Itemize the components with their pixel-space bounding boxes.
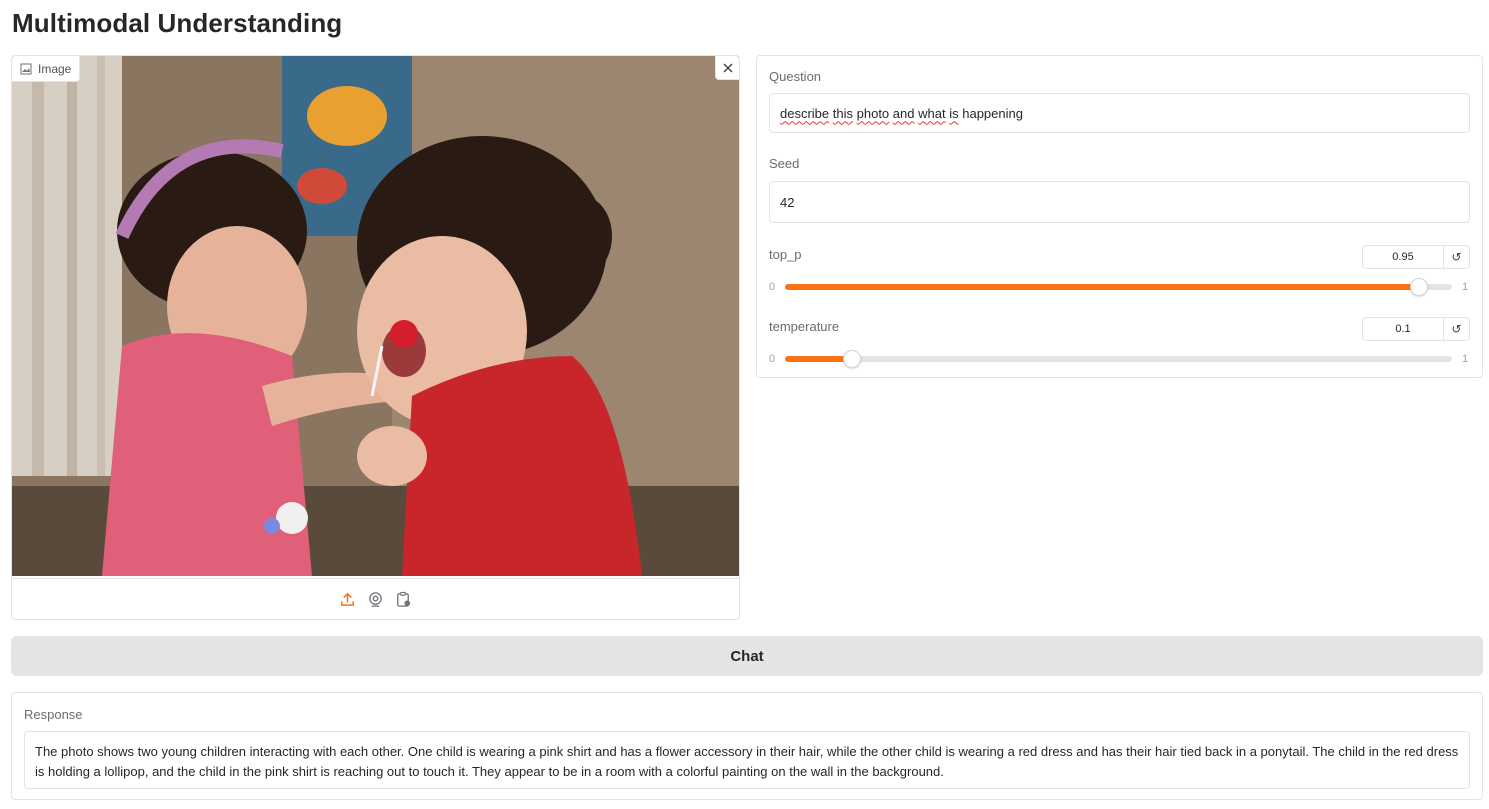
image-label-badge: Image xyxy=(12,56,81,82)
question-word: happening xyxy=(962,105,1023,121)
question-word: what xyxy=(918,105,946,121)
top-p-slider[interactable] xyxy=(785,278,1452,296)
temperature-slider-thumb[interactable] xyxy=(842,350,861,368)
question-word: and xyxy=(892,105,915,121)
seed-label: Seed xyxy=(769,156,800,171)
upload-source-button[interactable] xyxy=(339,591,357,609)
seed-input[interactable]: 42 xyxy=(769,181,1470,223)
clear-image-button[interactable] xyxy=(715,56,739,80)
image-source-bar xyxy=(12,578,739,619)
question-input[interactable]: describe this photo and what is happenin… xyxy=(769,93,1470,133)
image-icon xyxy=(20,63,32,75)
question-word: photo xyxy=(856,105,890,121)
image-label: Image xyxy=(38,61,72,76)
close-icon xyxy=(723,63,732,72)
response-label: Response xyxy=(24,707,83,722)
question-word: describe xyxy=(780,105,830,121)
top-p-min: 0 xyxy=(769,281,776,293)
question-value: describe this photo and what is happenin… xyxy=(780,106,1023,121)
response-panel: Response The photo shows two young child… xyxy=(11,692,1483,800)
webcam-source-button[interactable] xyxy=(367,591,385,609)
top-p-max: 1 xyxy=(1462,281,1469,293)
temperature-label: temperature xyxy=(769,319,840,334)
top-p-slider-fill xyxy=(785,284,1419,290)
temperature-slider[interactable] xyxy=(785,350,1452,368)
upload-icon xyxy=(341,592,354,606)
temperature-number-input[interactable]: 0.1 xyxy=(1362,317,1444,341)
top-p-number-input[interactable]: 0.95 xyxy=(1362,245,1444,269)
top-p-reset-button[interactable]: ↺ xyxy=(1443,245,1470,269)
top-p-slider-thumb[interactable] xyxy=(1409,278,1428,296)
question-label: Question xyxy=(769,69,822,84)
clipboard-icon xyxy=(397,591,411,607)
response-output[interactable]: The photo shows two young children inter… xyxy=(24,731,1470,789)
uploaded-photo[interactable] xyxy=(12,56,739,576)
temperature-min: 0 xyxy=(769,353,776,365)
question-word: is xyxy=(949,105,959,121)
chat-button[interactable]: Chat xyxy=(11,636,1483,676)
temperature-max: 1 xyxy=(1462,353,1469,365)
page-title: Multimodal Understanding xyxy=(12,8,343,38)
webcam-icon xyxy=(369,592,382,607)
top-p-label: top_p xyxy=(769,247,802,262)
question-word: this xyxy=(832,105,853,121)
image-input-panel: Image xyxy=(11,55,740,620)
clipboard-source-button[interactable] xyxy=(395,591,413,609)
parameters-panel: Question describe this photo and what is… xyxy=(756,55,1483,378)
temperature-reset-button[interactable]: ↺ xyxy=(1443,317,1470,341)
temperature-slider-fill xyxy=(785,356,852,362)
